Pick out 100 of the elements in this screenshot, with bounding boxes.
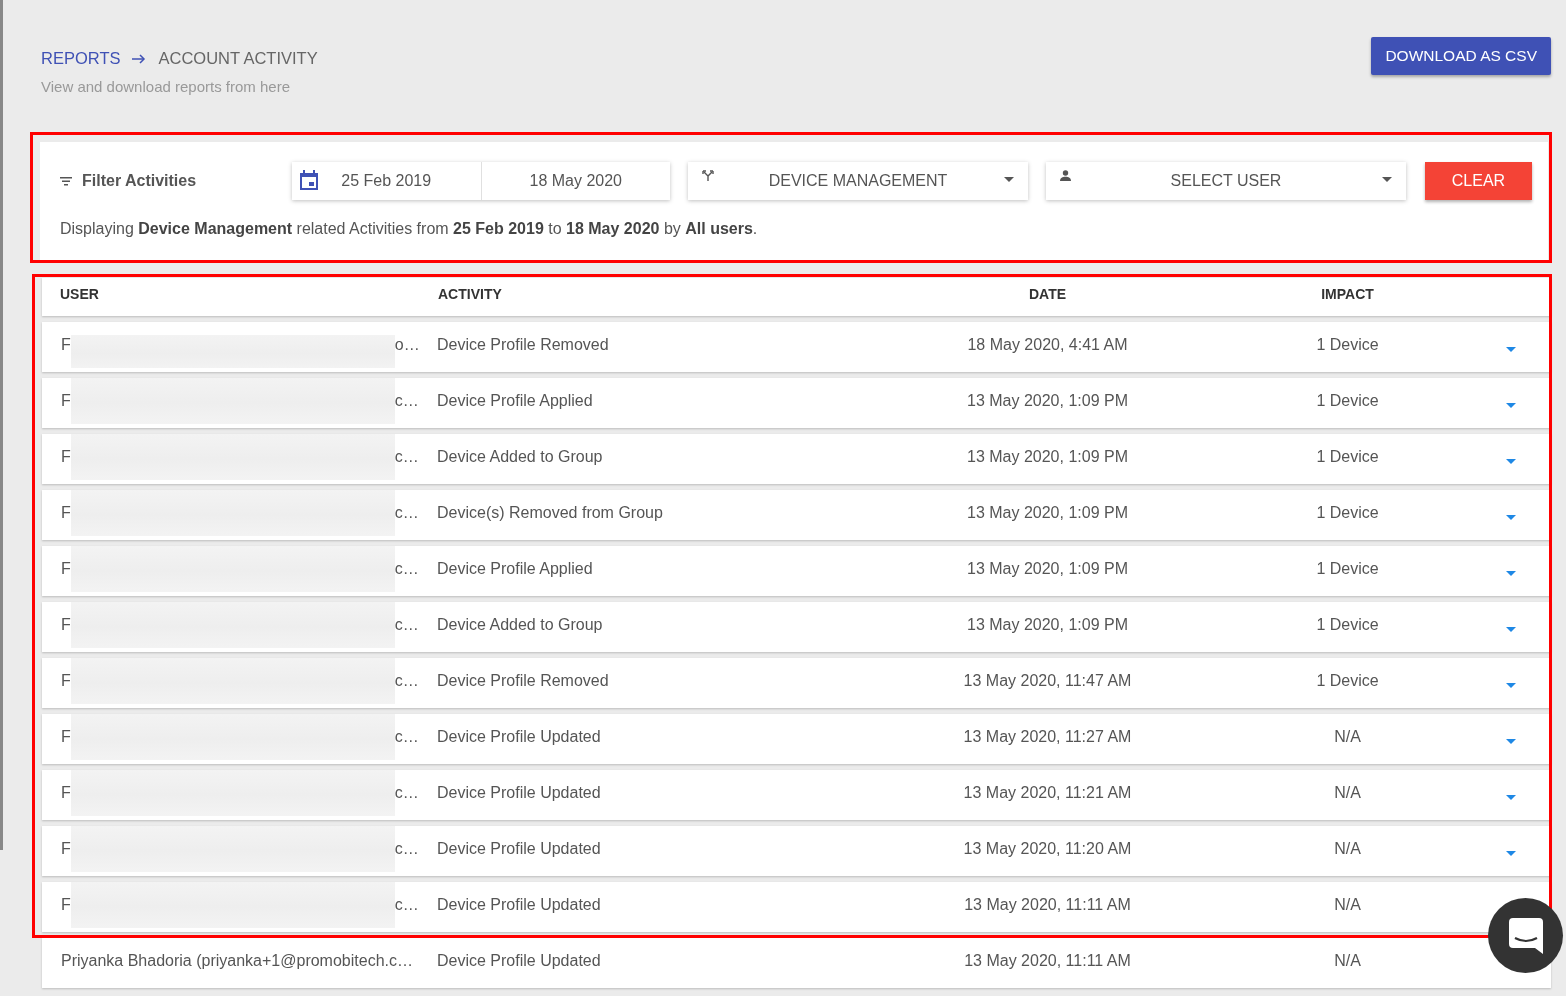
table-cell-text: Device Profile Removed (436, 336, 610, 354)
table-cell: c… (394, 672, 419, 690)
table-cell-text: 1 Device (1315, 336, 1380, 354)
table-cell: F (61, 728, 71, 746)
table-cell: c… (394, 728, 419, 746)
activity-row[interactable]: F c… Device(s) Removed from Group 13 May 2020, 1:09 PM 1 Device (42, 490, 1551, 540)
table-cell-text: 13 May 2020, 11:47 AM (962, 672, 1133, 690)
activity-row[interactable]: F c… Device Added to Group 13 May 2020, 1:09 PM 1 Device (42, 434, 1551, 484)
table-cell-text: Device Profile Updated (436, 728, 602, 746)
table-cell: Priyanka Bhadoria (priyanka+1@promobitech.c… (61, 952, 413, 970)
caret-icon[interactable] (1505, 738, 1516, 744)
table-cell: F (61, 896, 71, 914)
table-cell: F (61, 840, 71, 858)
activity-row[interactable]: F c… Device Added to Group 13 May 2020, 1:09 PM 1 Device (42, 602, 1551, 652)
column-header: ACTIVITY (437, 286, 503, 302)
table-cell-text: Device Profile Removed (436, 672, 610, 690)
table-cell-text: 1 Device (1315, 392, 1380, 410)
activity-row[interactable]: F c… Device Profile Updated 13 May 2020, 11:11 AM N/A (42, 882, 1551, 932)
caret-icon[interactable] (1505, 626, 1516, 632)
caret-icon[interactable] (1505, 402, 1516, 408)
caret-icon (1004, 177, 1014, 182)
breadcrumb-current: ACCOUNT ACTIVITY (158, 49, 318, 68)
download-button[interactable]: DOWNLOAD AS CSV (1371, 37, 1551, 75)
table-cell: F (61, 560, 71, 578)
table-cell-text: 13 May 2020, 1:09 PM (966, 448, 1129, 466)
table-cell-text: 1 Device (1315, 504, 1380, 522)
clear-button[interactable]: CLEAR (1425, 162, 1532, 200)
table-cell: c… (394, 448, 419, 466)
table-cell-text: Device Added to Group (436, 448, 604, 466)
column-header: USER (59, 286, 100, 302)
caret-icon (1382, 177, 1392, 182)
caret-icon[interactable] (1505, 346, 1516, 352)
table-cell-text: Device Added to Group (436, 616, 604, 634)
table-cell-text: 1 Device (1315, 560, 1380, 578)
table-cell-text: 13 May 2020, 11:11 AM (963, 952, 1132, 970)
user-dropdown[interactable]: SELECT USER (1046, 162, 1406, 200)
table-cell: F (61, 336, 71, 354)
caret-icon[interactable] (1505, 850, 1516, 856)
start-date-field[interactable]: 25 Feb 2019 (292, 162, 482, 200)
merge-icon (702, 170, 714, 182)
table-cell: c… (394, 896, 419, 914)
table-cell-text: 13 May 2020, 1:09 PM (966, 504, 1129, 522)
activity-row[interactable]: F o… Device Profile Removed 18 May 2020, 4:41 AM 1 Device (42, 322, 1551, 372)
caret-icon[interactable] (1505, 570, 1516, 576)
column-header: IMPACT (1320, 286, 1375, 302)
table-cell-text: Device Profile Updated (436, 784, 602, 802)
table-cell-text: 18 May 2020, 4:41 AM (966, 336, 1129, 354)
table-cell: o… (394, 336, 420, 354)
activity-row[interactable]: F c… Device Profile Updated 13 May 2020, 11:21 AM N/A (42, 770, 1551, 820)
table-cell-text: 13 May 2020, 1:09 PM (966, 560, 1129, 578)
column-header: DATE (1027, 286, 1068, 302)
activity-row[interactable]: Priyanka Bhadoria (priyanka+1@promobitech.c… Device Profile Updated 13 May 2020, 11:11 AM N/A (42, 938, 1551, 988)
calendar-icon[interactable] (300, 170, 318, 190)
caret-icon[interactable] (1505, 682, 1516, 688)
table-cell-text: Device Profile Updated (436, 840, 602, 858)
filter-icon (60, 176, 72, 186)
arrow-icon (132, 53, 147, 64)
caret-icon[interactable] (1505, 514, 1516, 520)
table-cell: c… (394, 784, 419, 802)
activity-row[interactable]: F c… Device Profile Removed 13 May 2020, 11:47 AM 1 Device (42, 658, 1551, 708)
activity-row[interactable]: F c… Device Profile Applied 13 May 2020, 1:09 PM 1 Device (42, 378, 1551, 428)
caret-icon[interactable] (1505, 794, 1516, 800)
table-cell-text: 1 Device (1315, 672, 1380, 690)
table-cell: F (61, 784, 71, 802)
caret-icon[interactable] (1505, 458, 1516, 464)
category-dropdown[interactable]: DEVICE MANAGEMENT (688, 162, 1028, 200)
table-cell: F (61, 672, 71, 690)
table-cell: c… (394, 392, 419, 410)
chat-icon[interactable] (1508, 917, 1543, 954)
table-cell: F (61, 616, 71, 634)
table-cell-text: Device Profile Updated (436, 952, 602, 970)
table-cell: c… (394, 840, 419, 858)
table-cell-text: 13 May 2020, 1:09 PM (966, 392, 1129, 410)
filter-summary: Displaying Device Management related Activities from 25 Feb 2019 to 18 May 2020 by All users. (60, 220, 759, 238)
table-cell: c… (394, 616, 419, 634)
table-cell-text: N/A (1333, 840, 1362, 858)
table-cell-text: N/A (1333, 728, 1362, 746)
table-cell-text: N/A (1333, 952, 1362, 970)
table-cell-text: Device(s) Removed from Group (436, 504, 664, 522)
table-cell: F (61, 448, 71, 466)
table-cell-text: 13 May 2020, 11:11 AM (963, 896, 1132, 914)
table-cell-text: N/A (1333, 784, 1362, 802)
end-date-field[interactable]: 18 May 2020 (481, 162, 670, 200)
table-cell-text: 13 May 2020, 11:20 AM (962, 840, 1133, 858)
breadcrumb-link[interactable]: REPORTS (41, 49, 121, 68)
table-cell-text: 13 May 2020, 1:09 PM (966, 616, 1129, 634)
person-icon (1060, 170, 1071, 181)
table-cell: c… (394, 560, 419, 578)
table-cell-text: Device Profile Applied (436, 560, 594, 578)
filter-title: Filter Activities (82, 172, 197, 190)
page-subtitle: View and download reports from here (41, 78, 292, 95)
table-cell-text: Device Profile Updated (436, 896, 602, 914)
table-cell-text: 13 May 2020, 11:21 AM (962, 784, 1133, 802)
table-cell-text: N/A (1333, 896, 1362, 914)
activity-row[interactable]: F c… Device Profile Updated 13 May 2020, 11:27 AM N/A (42, 714, 1551, 764)
activity-row[interactable]: F c… Device Profile Updated 13 May 2020, 11:20 AM N/A (42, 826, 1551, 876)
table-cell-text: 13 May 2020, 11:27 AM (962, 728, 1133, 746)
table-cell-text: 1 Device (1315, 448, 1380, 466)
activity-row[interactable]: F c… Device Profile Applied 13 May 2020, 1:09 PM 1 Device (42, 546, 1551, 596)
table-cell-text: Device Profile Applied (436, 392, 594, 410)
